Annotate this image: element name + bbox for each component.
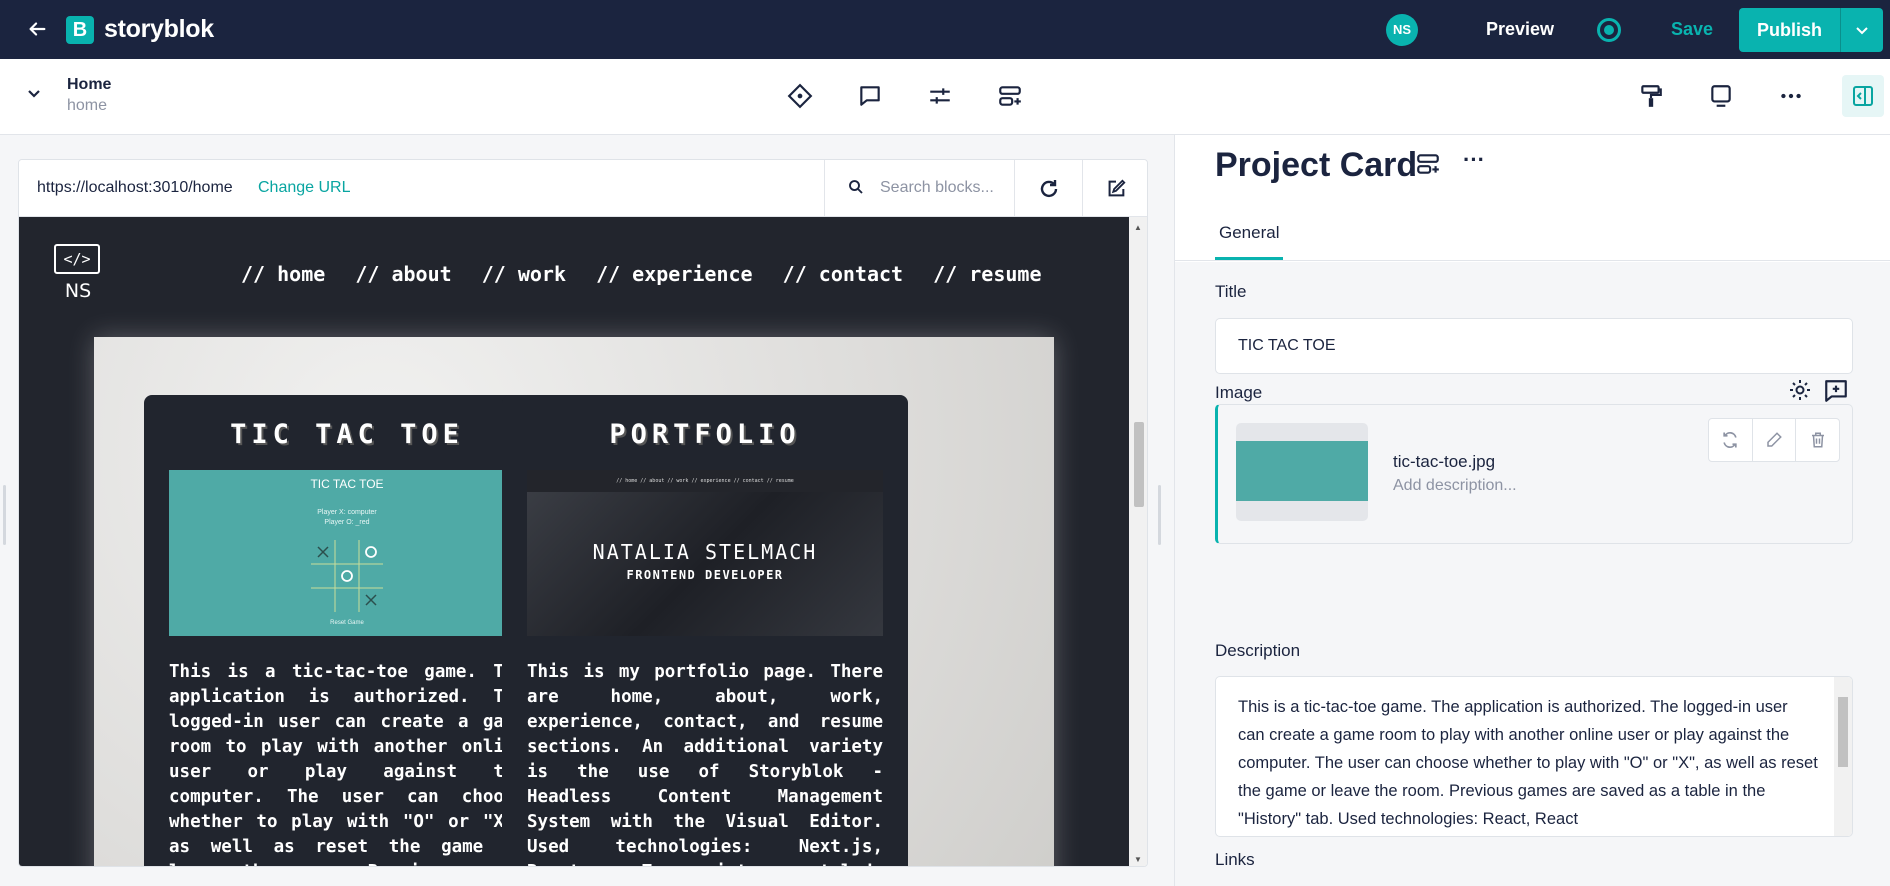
description-field-label: Description <box>1215 641 1301 660</box>
toggle-sidebar-icon[interactable] <box>1842 75 1884 117</box>
publish-options-chevron-icon[interactable] <box>1840 8 1883 52</box>
site-nav-resume[interactable]: // resume <box>933 262 1041 286</box>
left-resize-handle[interactable] <box>3 485 6 545</box>
editor-tabs: General <box>1175 205 1890 261</box>
story-slug: home <box>67 97 108 114</box>
replace-asset-icon[interactable] <box>1709 419 1753 461</box>
search-blocks-field[interactable]: Search blocks... <box>824 160 1014 217</box>
add-block-icon[interactable] <box>995 81 1025 111</box>
preview-url: https://localhost:3010/home <box>37 179 233 196</box>
image-asset-card[interactable]: tic-tac-toe.jpg Add description... <box>1215 404 1853 544</box>
site-logo-screen: </> <box>54 244 100 274</box>
component-block-icon[interactable] <box>1415 151 1441 182</box>
user-avatar[interactable]: NS <box>1386 14 1418 46</box>
project-card[interactable]: PORTFOLIO // home // about // work // ex… <box>502 395 908 866</box>
thumbnail-hero <box>527 492 883 636</box>
editor-fields: Title TIC TAC TOE Image tic-tac-toe.jpg … <box>1175 262 1890 886</box>
project-card-title: TIC TAC TOE <box>230 419 464 450</box>
scroll-up-arrow-icon[interactable]: ▲ <box>1134 223 1142 232</box>
sliders-icon[interactable] <box>925 81 955 111</box>
top-navigation-bar: B storyblok NS Preview Save Publish <box>0 0 1890 59</box>
thumbnail-player-o: Player O: _red <box>324 519 370 526</box>
storyblok-logo-text: storyblok <box>104 15 214 43</box>
title-field-value: TIC TAC TOE <box>1238 337 1336 354</box>
description-scrollbar-thumb[interactable] <box>1838 697 1848 767</box>
project-card-description: This is a tic-tac-toe game. The applicat… <box>169 662 525 866</box>
block-editor-panel: Project Card ··· General Title TIC TAC T… <box>1174 135 1890 886</box>
image-asset-thumbnail[interactable] <box>1236 423 1368 521</box>
thumbnail-role: FRONTEND DEVELOPER <box>626 568 784 582</box>
site-logo[interactable]: </> NS <box>54 244 102 304</box>
back-arrow-icon[interactable] <box>26 18 48 40</box>
publish-button[interactable]: Publish <box>1739 8 1840 52</box>
search-blocks-placeholder: Search blocks... <box>880 179 994 196</box>
links-field-label: Links <box>1215 850 1255 869</box>
site-navigation: // home // about // work // experience /… <box>241 262 1060 286</box>
thumbnail-reset-label: Reset Game <box>330 620 364 626</box>
title-field[interactable]: TIC TAC TOE <box>1215 318 1853 374</box>
project-card-title: PORTFOLIO <box>609 419 801 450</box>
status-indicator-icon[interactable] <box>1597 18 1621 42</box>
title-field-label: Title <box>1215 282 1247 301</box>
story-title: Home <box>67 76 112 93</box>
image-settings-gear-icon[interactable] <box>1788 378 1812 407</box>
image-asset-actions <box>1708 418 1840 462</box>
project-card-description: This is my portfolio page. There are hom… <box>527 662 883 866</box>
description-scrollbar[interactable] <box>1834 677 1852 836</box>
storyblok-logo-mark: B <box>66 15 94 44</box>
story-menu-chevron-icon[interactable] <box>28 85 40 101</box>
component-title: Project Card <box>1215 146 1418 184</box>
project-card[interactable]: TIC TAC TOE TIC TAC TOE Player X: comput… <box>144 395 550 866</box>
site-nav-experience[interactable]: // experience <box>596 262 753 286</box>
preview-url-bar: https://localhost:3010/home Change URL S… <box>19 160 1147 217</box>
image-field-label: Image <box>1215 383 1263 402</box>
image-asset-filename: tic-tac-toe.jpg <box>1393 452 1496 471</box>
more-options-icon[interactable] <box>1776 81 1806 111</box>
diamond-icon[interactable] <box>785 81 815 111</box>
thumbnail-title: TIC TAC TOE <box>310 477 384 491</box>
image-asset-description[interactable]: Add description... <box>1393 477 1517 495</box>
search-icon <box>847 178 865 201</box>
change-url-link[interactable]: Change URL <box>258 179 351 197</box>
save-button[interactable]: Save <box>1671 19 1713 40</box>
thumbnail-nav: // home // about // work // experience /… <box>527 470 883 492</box>
tic-tac-toe-board-icon <box>311 540 383 612</box>
preview-button[interactable]: Preview <box>1486 19 1554 40</box>
thumbnail-players: Player X: computer Player O: _red <box>169 508 525 528</box>
site-nav-contact[interactable]: // contact <box>783 262 903 286</box>
site-logo-initials: NS <box>64 280 92 302</box>
site-nav-about[interactable]: // about <box>355 262 451 286</box>
reload-button[interactable] <box>1014 160 1082 217</box>
preview-scrollbar[interactable]: ▲ ▼ <box>1129 217 1147 866</box>
scrollbar-thumb[interactable] <box>1134 422 1144 507</box>
device-preview-icon[interactable] <box>1706 81 1736 111</box>
paint-roller-icon[interactable] <box>1636 81 1666 111</box>
comment-icon[interactable] <box>855 81 885 111</box>
storyblok-logo[interactable]: B storyblok <box>66 15 214 44</box>
publish-button-group: Publish <box>1739 8 1883 52</box>
scroll-down-arrow-icon[interactable]: ▼ <box>1134 855 1142 864</box>
edit-asset-pencil-icon[interactable] <box>1753 419 1797 461</box>
site-nav-home[interactable]: // home <box>241 262 325 286</box>
delete-asset-trash-icon[interactable] <box>1796 419 1839 461</box>
asset-thumbnail-preview <box>1236 441 1368 501</box>
thumbnail-name: NATALIA STELMACH <box>592 540 818 564</box>
website-preview: </> NS // home // about // work // exper… <box>19 217 1129 866</box>
thumbnail-player-x: Player X: computer <box>317 509 377 516</box>
component-more-icon[interactable]: ··· <box>1463 147 1485 173</box>
edit-mode-button[interactable] <box>1082 160 1147 217</box>
pane-resize-handle[interactable] <box>1158 485 1161 545</box>
tab-general[interactable]: General <box>1215 223 1284 260</box>
edit-icon <box>1108 178 1126 196</box>
project-card-image: // home // about // work // experience /… <box>527 470 883 636</box>
reload-icon <box>1040 179 1057 197</box>
description-textarea[interactable]: This is a tic-tac-toe game. The applicat… <box>1215 676 1853 837</box>
description-textarea-value: This is a tic-tac-toe game. The applicat… <box>1238 698 1818 828</box>
projects-section: TIC TAC TOE TIC TAC TOE Player X: comput… <box>94 337 1054 866</box>
visual-preview-pane: https://localhost:3010/home Change URL S… <box>18 159 1148 867</box>
story-toolbar: Home home <box>0 59 1890 135</box>
project-card-image: TIC TAC TOE Player X: computer Player O:… <box>169 470 525 636</box>
site-nav-work[interactable]: // work <box>482 262 566 286</box>
